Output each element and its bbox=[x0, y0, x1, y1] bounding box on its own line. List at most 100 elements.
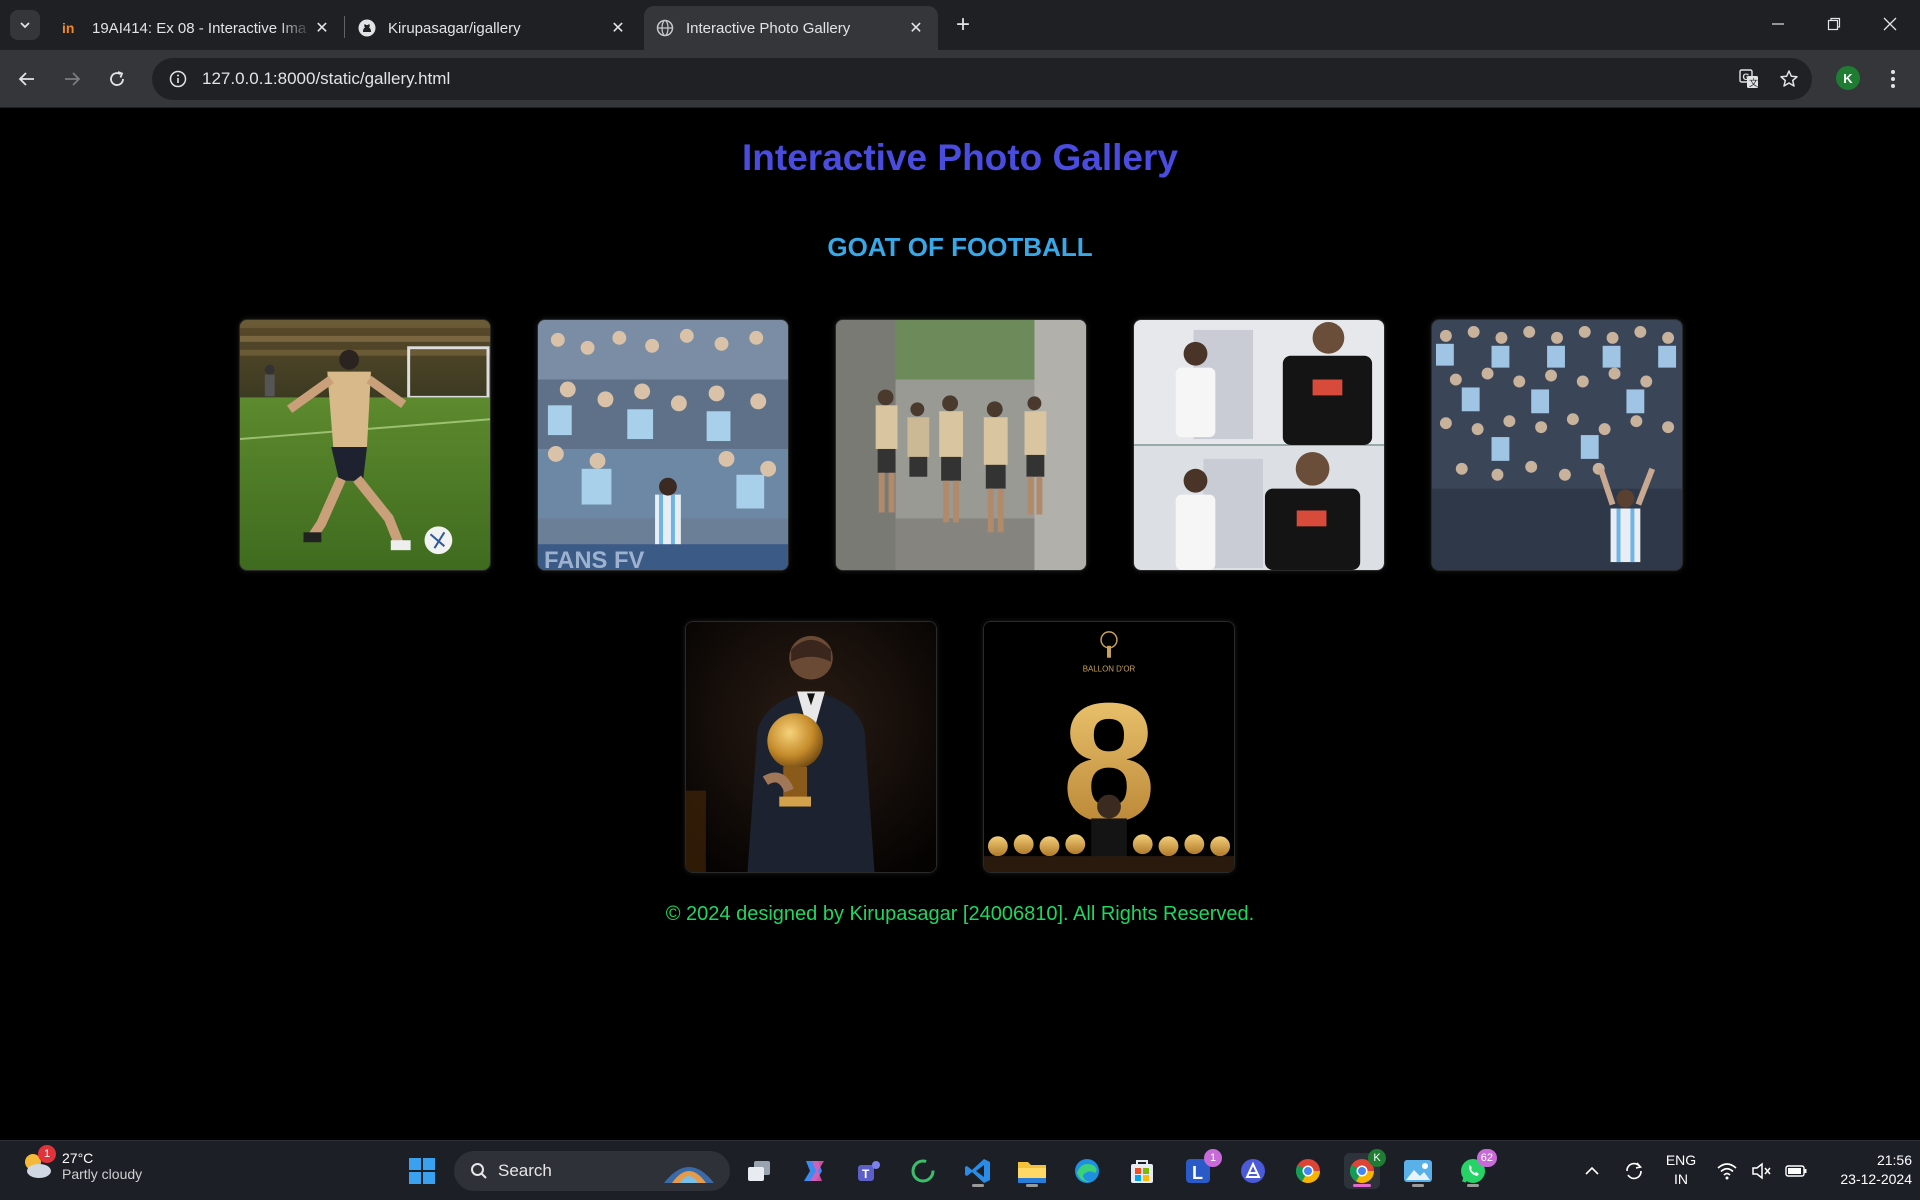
bookmark-star-icon[interactable] bbox=[1772, 62, 1806, 96]
file-explorer-button[interactable] bbox=[1014, 1153, 1050, 1189]
page-subtitle: GOAT OF FOOTBALL bbox=[827, 232, 1093, 262]
wifi-icon bbox=[1717, 1163, 1737, 1180]
close-icon[interactable]: ✕ bbox=[608, 18, 628, 38]
photo-ballon-dor-8-poster-image: BALLON D'OR 8 bbox=[984, 622, 1234, 872]
forward-button[interactable] bbox=[55, 62, 89, 96]
svg-text:文: 文 bbox=[1749, 77, 1758, 88]
tab-strip: in 19AI414: Ex 08 - Interactive Ima ✕ Ki… bbox=[0, 0, 1920, 50]
clock[interactable]: 21:56 23-12-2024 bbox=[1808, 1151, 1912, 1189]
reload-button[interactable] bbox=[100, 62, 134, 96]
github-icon bbox=[358, 19, 376, 37]
browser-toolbar: 127.0.0.1:8000/static/gallery.html G文 K bbox=[0, 50, 1920, 108]
tab-title: 19AI414: Ex 08 - Interactive Ima bbox=[92, 19, 307, 37]
vscode-button[interactable] bbox=[960, 1153, 996, 1189]
notification-badge: 62 bbox=[1476, 1149, 1497, 1167]
close-icon[interactable]: ✕ bbox=[312, 18, 332, 38]
profile-badge: K bbox=[1368, 1149, 1386, 1167]
active-indicator bbox=[1353, 1184, 1371, 1187]
task-view-button[interactable] bbox=[741, 1153, 777, 1189]
tab-search-button[interactable] bbox=[10, 10, 40, 40]
weather-widget[interactable]: 1 27°C Partly cloudy bbox=[20, 1145, 143, 1183]
triangle-app-button[interactable] bbox=[1235, 1153, 1271, 1189]
page-title: Interactive Photo Gallery bbox=[742, 137, 1178, 178]
gallery-photo-4[interactable] bbox=[1133, 319, 1385, 571]
sync-app-button[interactable] bbox=[905, 1153, 941, 1189]
taskbar-search[interactable]: Search bbox=[454, 1151, 730, 1191]
notification-badge: 1 bbox=[1204, 1149, 1222, 1167]
copilot-icon bbox=[804, 1161, 824, 1181]
clock-date: 23-12-2024 bbox=[1840, 1171, 1912, 1187]
close-window-button[interactable] bbox=[1862, 0, 1918, 48]
windows-taskbar: 1 27°C Partly cloudy Search T L 1 K 62 E… bbox=[0, 1140, 1920, 1200]
start-icon bbox=[409, 1158, 435, 1184]
translate-icon[interactable]: G文 bbox=[1732, 62, 1766, 96]
gallery-photo-6[interactable] bbox=[685, 621, 937, 873]
vscode-icon bbox=[965, 1159, 990, 1183]
copilot-button[interactable] bbox=[796, 1153, 832, 1189]
browser-menu-button[interactable] bbox=[1878, 62, 1908, 96]
l-app-button[interactable]: L 1 bbox=[1180, 1149, 1222, 1189]
gallery-photo-5[interactable] bbox=[1431, 319, 1683, 571]
profile-avatar[interactable]: K bbox=[1836, 66, 1860, 90]
running-indicator bbox=[1467, 1184, 1479, 1187]
svg-text:T: T bbox=[862, 1167, 870, 1181]
gallery-photo-3[interactable] bbox=[835, 319, 1087, 571]
tray-overflow-button[interactable] bbox=[1574, 1153, 1610, 1189]
address-bar[interactable]: 127.0.0.1:8000/static/gallery.html G文 bbox=[152, 58, 1812, 100]
store-icon bbox=[1131, 1160, 1153, 1183]
minimize-icon bbox=[1772, 23, 1784, 25]
site-info-icon[interactable] bbox=[158, 58, 198, 100]
region-code: IN bbox=[1674, 1171, 1688, 1187]
in-logo-icon: in bbox=[62, 19, 80, 37]
battery-icon bbox=[1785, 1165, 1807, 1177]
restore-icon bbox=[1827, 17, 1841, 31]
tab-ex08[interactable]: in 19AI414: Ex 08 - Interactive Ima ✕ bbox=[50, 6, 344, 50]
search-icon bbox=[471, 1163, 487, 1179]
arrow-right-icon bbox=[65, 72, 81, 86]
chevron-up-icon bbox=[1585, 1166, 1599, 1175]
gallery-photo-2[interactable]: FANS FV bbox=[537, 319, 789, 571]
sync-tray-button[interactable] bbox=[1616, 1153, 1652, 1189]
edge-button[interactable] bbox=[1069, 1153, 1105, 1189]
footer-copyright: © 2024 designed by Kirupasagar [24006810… bbox=[665, 903, 1255, 925]
tab-github[interactable]: Kirupasagar/igallery ✕ bbox=[346, 6, 640, 50]
chrome-button[interactable] bbox=[1290, 1153, 1326, 1189]
plus-icon: + bbox=[955, 11, 970, 38]
store-button[interactable] bbox=[1124, 1153, 1160, 1189]
svg-text:FANS FV: FANS FV bbox=[544, 547, 645, 570]
clock-time: 21:56 bbox=[1876, 1152, 1912, 1168]
reload-icon bbox=[110, 71, 124, 86]
chrome-profile-button[interactable]: K bbox=[1344, 1149, 1386, 1189]
tab-separator bbox=[344, 16, 345, 38]
new-tab-button[interactable]: + bbox=[948, 10, 978, 40]
running-indicator bbox=[1412, 1184, 1424, 1187]
teams-icon: T bbox=[858, 1161, 880, 1181]
language-indicator[interactable]: ENG IN bbox=[1656, 1151, 1706, 1189]
volume-muted-icon bbox=[1752, 1162, 1771, 1180]
kebab-menu-icon bbox=[1891, 70, 1895, 88]
url-text[interactable]: 127.0.0.1:8000/static/gallery.html bbox=[202, 69, 1732, 89]
gallery-photo-1[interactable] bbox=[239, 319, 491, 571]
back-button[interactable] bbox=[10, 62, 44, 96]
minimize-button[interactable] bbox=[1750, 0, 1806, 48]
photo-team-tunnel-image bbox=[836, 320, 1086, 570]
photos-button[interactable] bbox=[1400, 1153, 1436, 1189]
weather-condition: Partly cloudy bbox=[62, 1166, 143, 1182]
close-icon[interactable]: ✕ bbox=[906, 18, 926, 38]
restore-button[interactable] bbox=[1806, 0, 1862, 48]
tab-title: Interactive Photo Gallery bbox=[686, 19, 851, 37]
globe-icon bbox=[656, 19, 674, 37]
whatsapp-button[interactable]: 62 bbox=[1455, 1149, 1497, 1189]
language-code: ENG bbox=[1665, 1152, 1697, 1168]
photos-icon bbox=[1404, 1160, 1432, 1182]
quick-settings-button[interactable] bbox=[1710, 1153, 1814, 1189]
weather-temp: 27°C bbox=[62, 1150, 94, 1166]
task-view-icon bbox=[748, 1161, 770, 1181]
search-label: Search bbox=[498, 1161, 552, 1180]
chrome-icon bbox=[1295, 1159, 1320, 1184]
gallery-photo-7[interactable]: BALLON D'OR 8 bbox=[983, 621, 1235, 873]
teams-button[interactable]: T bbox=[850, 1153, 886, 1189]
partly-cloudy-icon: 1 bbox=[20, 1145, 56, 1183]
start-button[interactable] bbox=[404, 1153, 440, 1189]
tab-interactive-photo-gallery[interactable]: Interactive Photo Gallery ✕ bbox=[644, 6, 938, 50]
